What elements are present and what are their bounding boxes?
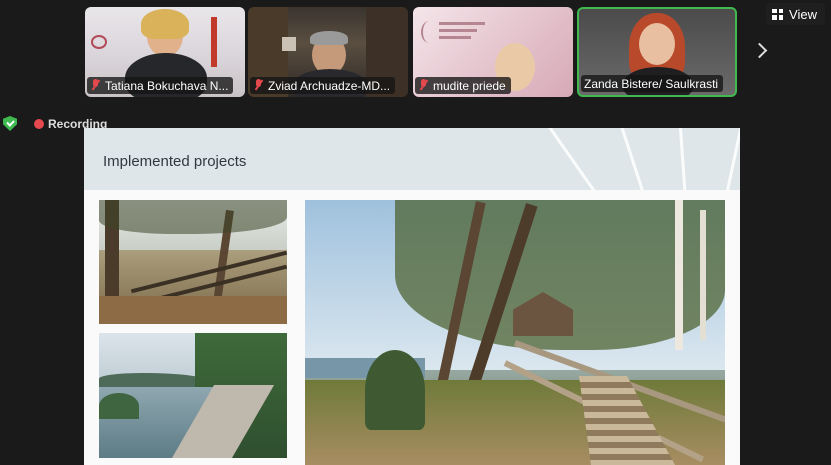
photo-treeline [99, 373, 209, 387]
muted-mic-icon [253, 79, 264, 92]
participant-video-hair [310, 31, 348, 45]
decorative-ray [530, 128, 602, 190]
project-photo-boardwalk [99, 200, 287, 324]
shared-screen-slide: Implemented projects [84, 128, 740, 465]
participant-name: Tatiana Bokuchava N... [105, 78, 229, 93]
slide-header: Implemented projects [84, 128, 740, 190]
next-page-chevron-icon[interactable] [752, 42, 768, 60]
participant-namebar: Zviad Archuadze-MD... [250, 77, 396, 94]
project-photo-river-promenade [99, 333, 287, 458]
photo-sand [99, 296, 287, 324]
recording-dot-icon [34, 119, 44, 129]
logo-text-line [439, 36, 471, 39]
flag-decoration-icon [91, 35, 107, 49]
photo-canopy [99, 200, 287, 234]
participant-namebar: mudite priede [415, 77, 511, 94]
photo-birch-trunk [675, 200, 683, 350]
flag-pole-icon [211, 17, 217, 67]
muted-mic-icon [418, 79, 429, 92]
view-button[interactable]: View [766, 3, 825, 25]
participant-tile[interactable]: Zviad Archuadze-MD... [248, 7, 408, 97]
participant-video-hair [141, 9, 189, 39]
participant-tile[interactable]: Tatiana Bokuchava N... [85, 7, 245, 97]
logo-mark-icon [421, 21, 437, 43]
decorative-ray [675, 128, 687, 190]
photo-pine [365, 350, 425, 430]
photo-birch-trunk [700, 210, 706, 340]
participant-namebar: Tatiana Bokuchava N... [87, 77, 234, 94]
active-speaker-tile[interactable]: Zanda Bistere/ Saulkrasti [577, 7, 737, 97]
slide-title: Implemented projects [103, 153, 247, 170]
participant-tile[interactable]: mudite priede [413, 7, 573, 97]
participant-name: Zanda Bistere/ Saulkrasti [584, 76, 719, 91]
participant-strip: Tatiana Bokuchava N... Zviad Archuadze-M… [0, 0, 831, 104]
participant-video-face [639, 23, 675, 65]
logo-text-line [439, 29, 477, 32]
grid-view-icon [772, 8, 784, 20]
participant-name: mudite priede [433, 78, 506, 93]
logo-text-line [439, 22, 485, 25]
decorative-ray [606, 128, 647, 190]
frame-decoration [282, 37, 296, 51]
project-photo-dune-stairs [305, 200, 725, 465]
view-button-label: View [789, 6, 817, 22]
muted-mic-icon [90, 79, 101, 92]
decorative-ray [724, 128, 740, 190]
participant-namebar: Zanda Bistere/ Saulkrasti [581, 75, 724, 92]
photo-bush [99, 393, 139, 419]
participant-name: Zviad Archuadze-MD... [268, 78, 391, 93]
security-shield-icon[interactable] [3, 116, 17, 131]
